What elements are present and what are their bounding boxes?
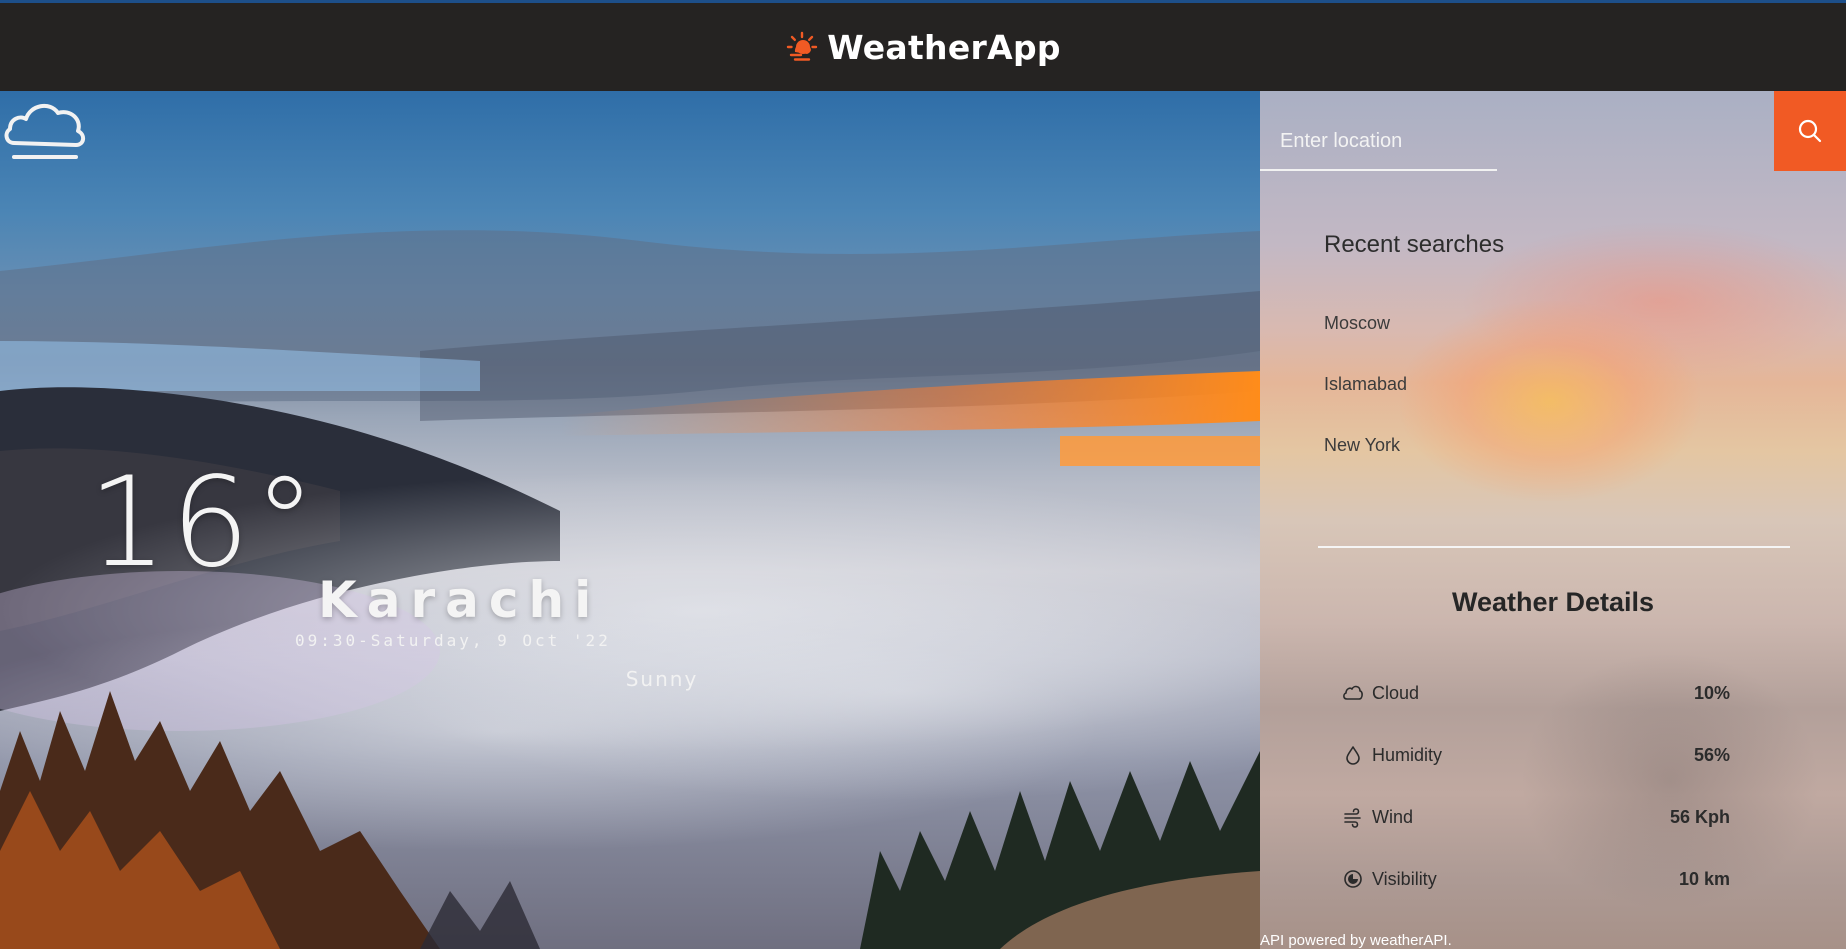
weather-details-title: Weather Details <box>1451 587 1655 617</box>
recent-searches-list: Moscow Islamabad New York <box>1324 313 1407 496</box>
app-header: WeatherApp <box>0 3 1846 91</box>
detail-label: Cloud <box>1372 682 1420 703</box>
app-name: WeatherApp <box>827 27 1061 67</box>
recent-searches-title: Recent searches <box>1324 231 1505 258</box>
section-divider <box>1318 546 1790 548</box>
detail-label: Humidity <box>1372 744 1443 765</box>
detail-label: Wind <box>1372 806 1414 827</box>
recent-search-item[interactable]: Islamabad <box>1324 374 1407 435</box>
current-datetime: 09:30-Saturday, 9 Oct '22 <box>295 631 611 650</box>
current-temperature: 16° <box>88 451 320 595</box>
api-credit: API powered by weatherAPI. <box>1260 932 1452 949</box>
recent-search-item[interactable]: New York <box>1324 435 1407 496</box>
search-icon <box>1798 119 1822 143</box>
detail-row-visibility: Visibility 10 km <box>1342 864 1730 894</box>
recent-search-item[interactable]: Moscow <box>1324 313 1407 374</box>
search-button[interactable] <box>1774 91 1846 171</box>
sun-horizon-icon <box>787 31 818 61</box>
city-name: Karachi <box>318 571 602 629</box>
panel-background-sun <box>1400 301 1700 501</box>
visibility-icon <box>1342 868 1364 890</box>
detail-value: 56% <box>1693 744 1730 765</box>
droplet-icon <box>1342 744 1364 766</box>
detail-value: 10 km <box>1678 868 1730 889</box>
detail-value: 56 Kph <box>1669 806 1730 827</box>
location-search-input[interactable] <box>1260 91 1497 171</box>
condition-text: Sunny <box>625 667 699 691</box>
weather-background-scene: 16° Karachi 09:30-Saturday, 9 Oct '22 Su… <box>0 91 1260 949</box>
brand[interactable]: WeatherApp <box>785 28 1061 67</box>
detail-row-humidity: Humidity 56% <box>1342 740 1730 770</box>
side-panel: Recent searches Moscow Islamabad New Yor… <box>1260 91 1846 949</box>
detail-value: 10% <box>1693 682 1730 703</box>
detail-row-wind: Wind 56 Kph <box>1342 802 1730 832</box>
detail-label: Visibility <box>1372 868 1437 889</box>
cloud-icon <box>4 103 85 159</box>
wind-icon <box>1342 806 1364 828</box>
cloud-outline-icon <box>1342 682 1364 704</box>
detail-row-cloud: Cloud 10% <box>1342 678 1730 708</box>
